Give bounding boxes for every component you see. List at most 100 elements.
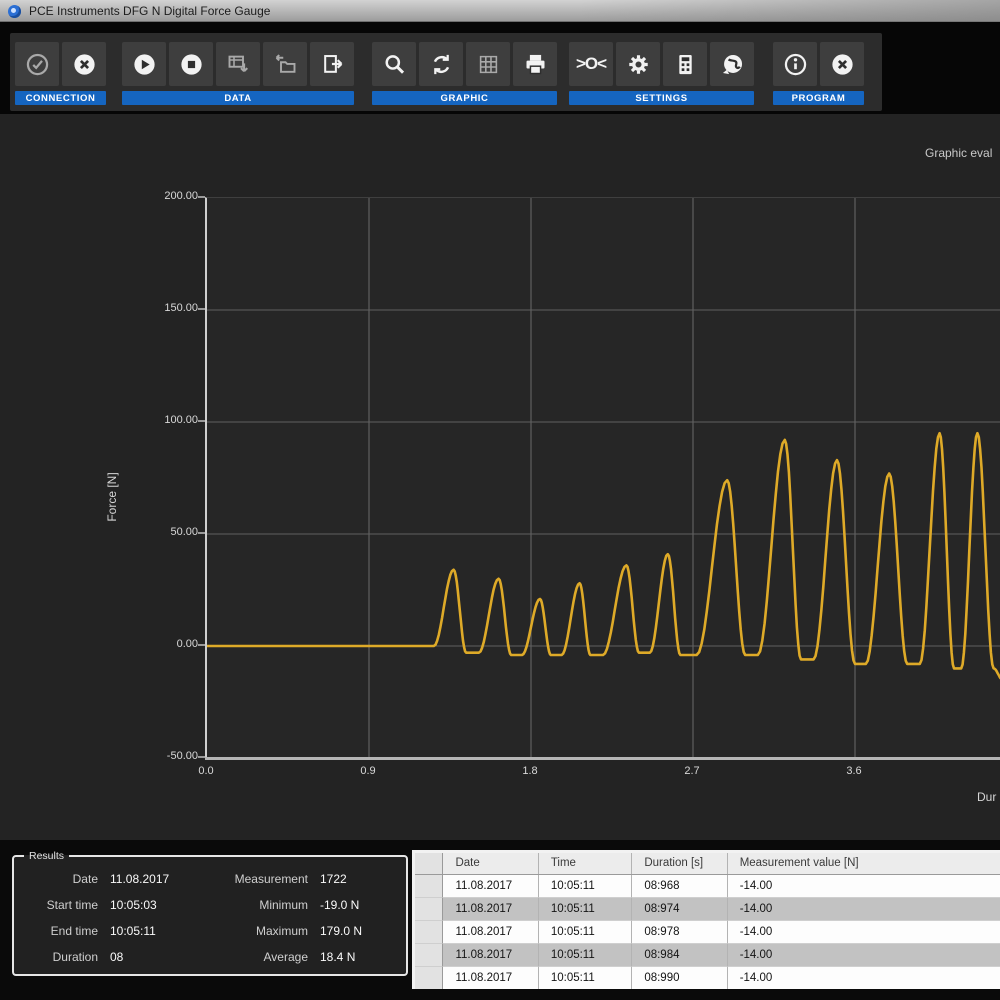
y-tick-label: -50.00 — [166, 750, 198, 762]
toolbar-group-program: PROGRAM — [773, 42, 864, 105]
toolbar-group-label: GRAPHIC — [372, 91, 557, 105]
table-cell: -14.00 — [727, 967, 1000, 989]
connect-button[interactable] — [15, 42, 59, 86]
start-measurement-button[interactable] — [122, 42, 166, 86]
table-cell: 10:05:11 — [538, 967, 633, 989]
table-cell: 10:05:11 — [538, 944, 633, 967]
refresh-button[interactable] — [419, 42, 463, 86]
magnifier-icon — [384, 54, 404, 74]
x-circle-icon — [831, 53, 853, 75]
settings-button[interactable] — [616, 42, 660, 86]
table-cell: 08:974 — [632, 898, 728, 921]
refresh-icon — [433, 54, 449, 74]
measurement-table: Date Time Duration [s] Measurement value [N… — [412, 850, 1000, 989]
result-value: 08 — [110, 950, 124, 964]
application-window: PCE Instruments DFG N Digital Force Gaug… — [0, 0, 1000, 1000]
column-header[interactable]: Time — [538, 853, 633, 874]
table-cell: 11.08.2017 — [443, 898, 539, 921]
window-title: PCE Instruments DFG N Digital Force Gaug… — [29, 4, 271, 18]
table-row[interactable]: 11.08.2017 10:05:11 08:984 -14.00 — [415, 944, 1000, 967]
x-circle-icon — [73, 53, 95, 75]
zoom-button[interactable] — [372, 42, 416, 86]
disconnect-button[interactable] — [62, 42, 106, 86]
chart-title: Graphic eval — [925, 146, 993, 160]
title-bar[interactable]: PCE Instruments DFG N Digital Force Gaug… — [0, 0, 1000, 22]
result-label: Minimum — [259, 898, 308, 912]
y-tick-mark — [198, 756, 205, 758]
info-circle-icon — [784, 53, 806, 75]
table-row[interactable]: 11.08.2017 10:05:11 08:978 -14.00 — [415, 921, 1000, 944]
info-button[interactable] — [773, 42, 817, 86]
results-panel: Results Date 11.08.2017 Measurement 1722 Sta… — [12, 850, 408, 976]
document-export-icon — [323, 54, 342, 73]
row-selector[interactable] — [415, 921, 444, 944]
table-cell: 10:05:11 — [538, 921, 633, 944]
com-port-button[interactable]: >O< — [569, 42, 613, 86]
exit-button[interactable] — [820, 42, 864, 86]
y-tick-mark — [198, 644, 205, 646]
toolbar: CONNECTION DATA GRAPHIC >O< SETTINGS PROGRAM — [0, 22, 1000, 114]
column-header[interactable]: Duration [s] — [632, 853, 728, 874]
y-tick-label: 0.00 — [176, 638, 198, 650]
app-icon[interactable] — [8, 4, 21, 18]
y-tick-mark — [198, 532, 205, 534]
calculator-icon — [678, 54, 692, 74]
force-line-chart — [207, 198, 1000, 758]
toolbar-group-label: DATA — [122, 91, 354, 105]
printer-icon — [526, 54, 544, 74]
load-data-button[interactable] — [310, 42, 354, 86]
save-data-button[interactable] — [263, 42, 307, 86]
grid-icon — [479, 55, 497, 73]
result-value: 10:05:03 — [110, 898, 157, 912]
y-tick-label: 150.00 — [164, 302, 198, 314]
table-cell: 11.08.2017 — [443, 967, 539, 989]
result-value: 179.0 N — [320, 924, 363, 938]
stop-measurement-button[interactable] — [169, 42, 213, 86]
table-row[interactable]: 11.08.2017 10:05:11 08:974 -14.00 — [415, 898, 1000, 921]
table-row[interactable]: 11.08.2017 10:05:11 08:990 -14.00 — [415, 967, 1000, 989]
chart-plot-area[interactable] — [205, 197, 1000, 758]
grid-button[interactable] — [466, 42, 510, 86]
result-value: 11.08.2017 — [110, 872, 170, 886]
column-header[interactable]: Date — [443, 853, 539, 874]
y-tick-label: 100.00 — [164, 414, 198, 426]
table-cell: 10:05:11 — [538, 898, 633, 921]
gear-icon — [628, 54, 648, 74]
table-cell: 08:984 — [632, 944, 728, 967]
y-tick-mark — [198, 420, 205, 422]
result-label: Maximum — [255, 924, 308, 938]
y-tick-mark — [198, 308, 205, 310]
titlebar-gradient — [580, 0, 1000, 22]
y-tick-mark — [198, 196, 205, 198]
print-button[interactable] — [513, 42, 557, 86]
folder-save-icon — [275, 53, 295, 73]
table-cell: -14.00 — [727, 921, 1000, 944]
result-value: 1722 — [320, 872, 347, 886]
table-row[interactable]: 11.08.2017 10:05:11 08:968 -14.00 — [415, 875, 1000, 898]
result-value: -19.0 N — [320, 898, 360, 912]
column-header[interactable]: Measurement value [N] — [727, 853, 1000, 874]
row-selector[interactable] — [415, 875, 444, 898]
toolbar-group-label: CONNECTION — [15, 91, 106, 105]
row-selector[interactable] — [415, 944, 444, 967]
device-button[interactable] — [663, 42, 707, 86]
chart-region: Graphic eval Force [N] 200.00 150.00 100.0… — [0, 114, 1000, 840]
result-label: Measurement — [234, 872, 308, 886]
table-cell: -14.00 — [727, 875, 1000, 898]
x-axis-title: Dur — [977, 790, 997, 804]
row-selector[interactable] — [415, 898, 444, 921]
table-cell: 08:990 — [632, 967, 728, 989]
results-legend: Results — [29, 850, 65, 862]
toolbar-band: CONNECTION DATA GRAPHIC >O< SETTINGS PROGRAM — [10, 33, 882, 111]
x-tick-label: 0.9 — [360, 765, 376, 777]
table-cell: 11.08.2017 — [443, 944, 539, 967]
export-data-button[interactable] — [216, 42, 260, 86]
table-cell: -14.00 — [727, 898, 1000, 921]
language-button[interactable] — [710, 42, 754, 86]
table-cell: 08:968 — [632, 875, 728, 898]
toolbar-group-label: PROGRAM — [773, 91, 864, 105]
result-label: End time — [50, 924, 98, 938]
check-circle-icon — [26, 53, 48, 75]
row-selector[interactable] — [415, 967, 444, 989]
result-label: Average — [263, 950, 308, 964]
